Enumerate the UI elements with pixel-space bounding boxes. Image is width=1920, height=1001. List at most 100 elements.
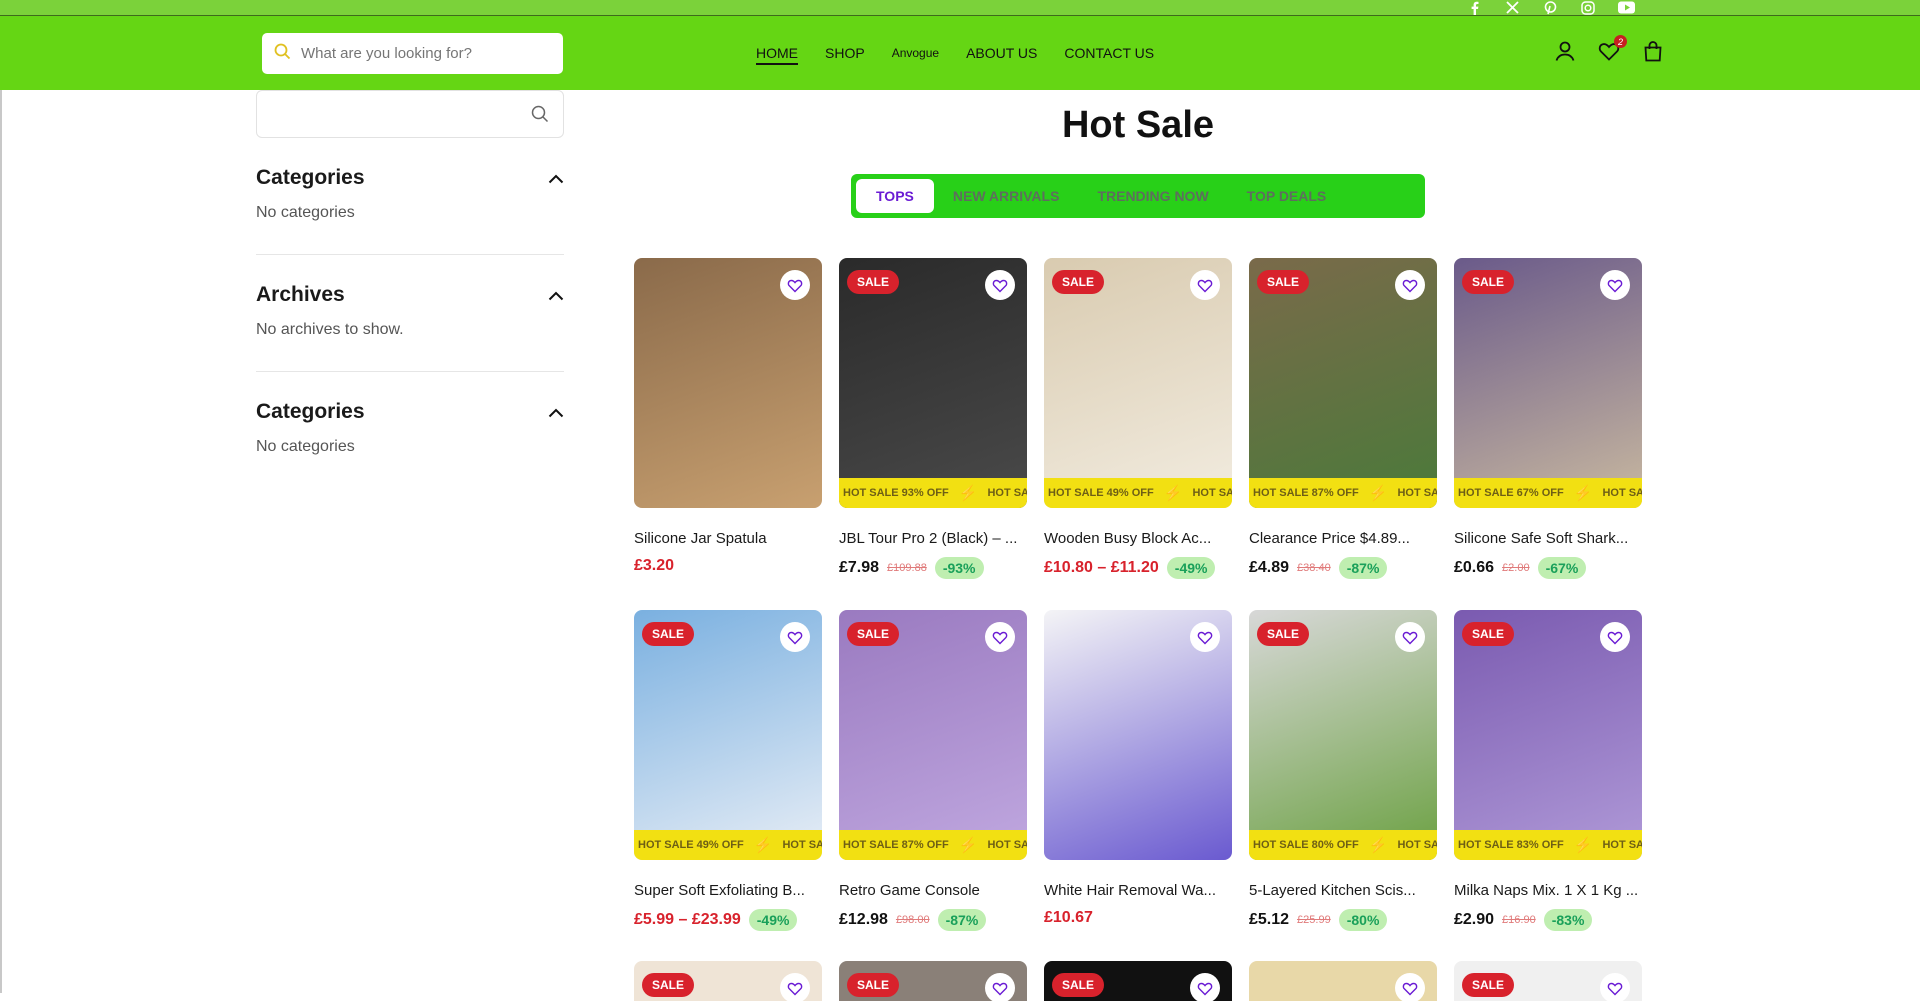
sidebar: Categories No categories Archives No arc… bbox=[256, 90, 564, 488]
nav-anvogue[interactable]: Anvogue bbox=[892, 46, 939, 60]
product-image[interactable] bbox=[634, 258, 822, 508]
nav-about[interactable]: ABOUT US bbox=[966, 45, 1037, 61]
user-icon[interactable] bbox=[1554, 40, 1578, 64]
product-image[interactable]: SALE HOT SALE 83% OFF ⚡ HOT SALE 83% OFF bbox=[1454, 610, 1642, 860]
sidebar-search-input[interactable] bbox=[256, 90, 564, 138]
section-text: No categories bbox=[256, 204, 355, 221]
lightning-icon: ⚡ bbox=[1368, 485, 1388, 502]
product-card[interactable]: SALE HOT SALE 87% OFF ⚡ HOT SALE 87% OFF Ret… bbox=[839, 610, 1027, 962]
product-name[interactable]: 5-Layered Kitchen Scis... bbox=[1249, 882, 1437, 899]
section-text: No categories bbox=[256, 438, 355, 455]
lightning-icon: ⚡ bbox=[753, 837, 773, 854]
product-card[interactable]: SALE HOT SALE 67% OFF ⚡ HOT SALE 67% OFF Sil… bbox=[1454, 258, 1642, 610]
nav-shop[interactable]: SHOP bbox=[825, 45, 865, 61]
wishlist-heart-icon[interactable] bbox=[1395, 622, 1425, 652]
sale-badge: SALE bbox=[1052, 973, 1105, 997]
wishlist-count-badge: 2 bbox=[1614, 35, 1627, 48]
wishlist-heart-icon[interactable] bbox=[1190, 270, 1220, 300]
search-input[interactable] bbox=[301, 45, 531, 62]
sidebar-section-archives: Archives No archives to show. bbox=[256, 255, 564, 372]
product-name[interactable]: Silicone Jar Spatula bbox=[634, 530, 822, 547]
product-grid-row-3: SALE SALE SALE SALE bbox=[634, 961, 1642, 1001]
product-image[interactable]: SALE bbox=[634, 961, 822, 1001]
product-name[interactable]: Silicone Safe Soft Shark... bbox=[1454, 530, 1642, 547]
product-card[interactable]: SALE HOT SALE 80% OFF ⚡ HOT SALE 80% OFF 5-L… bbox=[1249, 610, 1437, 962]
nav-contact[interactable]: CONTACT US bbox=[1064, 45, 1154, 61]
hot-sale-strip: HOT SALE 49% OFF ⚡ HOT SALE 49% OFF bbox=[1044, 478, 1232, 508]
product-card[interactable]: SALE bbox=[1044, 961, 1232, 1001]
wishlist-heart-icon[interactable] bbox=[985, 622, 1015, 652]
wishlist-heart-icon[interactable] bbox=[1600, 270, 1630, 300]
product-image[interactable]: SALE HOT SALE 87% OFF ⚡ HOT SALE 87% OFF bbox=[1249, 258, 1437, 508]
section-title: Categories bbox=[256, 166, 365, 189]
current-price: £0.66 bbox=[1454, 559, 1495, 576]
product-image[interactable]: SALE bbox=[839, 961, 1027, 1001]
product-image[interactable]: SALE HOT SALE 49% OFF ⚡ HOT SALE 49% OFF bbox=[1044, 258, 1232, 508]
wishlist-heart-icon[interactable] bbox=[1190, 622, 1220, 652]
product-card[interactable]: SALE HOT SALE 93% OFF ⚡ HOT SALE 93% OFF JBL… bbox=[839, 258, 1027, 610]
tab-new-arrivals[interactable]: NEW ARRIVALS bbox=[934, 179, 1079, 213]
product-name[interactable]: Retro Game Console bbox=[839, 882, 1027, 899]
current-price: £5.12 bbox=[1249, 911, 1290, 928]
hot-sale-text: HOT SALE 87% OFF bbox=[843, 839, 949, 851]
search-icon[interactable] bbox=[531, 105, 549, 128]
chevron-up-icon[interactable] bbox=[548, 283, 564, 307]
product-image[interactable]: SALE bbox=[1454, 961, 1642, 1001]
wishlist-heart-icon[interactable] bbox=[780, 973, 810, 1001]
sale-badge: SALE bbox=[847, 270, 900, 294]
product-image[interactable]: SALE HOT SALE 87% OFF ⚡ HOT SALE 87% OFF bbox=[839, 610, 1027, 860]
wishlist-heart-icon[interactable] bbox=[1395, 270, 1425, 300]
tab-top-deals[interactable]: TOP DEALS bbox=[1228, 179, 1346, 213]
facebook-icon[interactable] bbox=[1465, 0, 1483, 15]
product-card[interactable]: SALE HOT SALE 49% OFF ⚡ HOT SALE 49% OFF Sup… bbox=[634, 610, 822, 962]
wishlist-heart-icon[interactable] bbox=[1600, 622, 1630, 652]
hot-sale-strip: HOT SALE 67% OFF ⚡ HOT SALE 67% OFF bbox=[1454, 478, 1642, 508]
wishlist-heart-icon[interactable] bbox=[780, 622, 810, 652]
product-card[interactable]: SALE bbox=[634, 961, 822, 1001]
product-name[interactable]: Clearance Price $4.89... bbox=[1249, 530, 1437, 547]
wishlist-icon[interactable]: 2 bbox=[1598, 35, 1627, 64]
chevron-up-icon[interactable] bbox=[548, 166, 564, 190]
cart-icon[interactable] bbox=[1642, 40, 1666, 64]
product-card[interactable] bbox=[1249, 961, 1437, 1001]
product-image[interactable] bbox=[1044, 610, 1232, 860]
product-image[interactable]: SALE HOT SALE 93% OFF ⚡ HOT SALE 93% OFF bbox=[839, 258, 1027, 508]
product-card[interactable]: SALE bbox=[839, 961, 1027, 1001]
product-image[interactable] bbox=[1249, 961, 1437, 1001]
product-name[interactable]: Super Soft Exfoliating B... bbox=[634, 882, 822, 899]
instagram-icon[interactable] bbox=[1579, 0, 1597, 15]
tab-tops[interactable]: TOPS bbox=[856, 179, 934, 213]
sale-badge: SALE bbox=[642, 973, 695, 997]
x-icon[interactable] bbox=[1503, 0, 1521, 15]
product-image[interactable]: SALE bbox=[1044, 961, 1232, 1001]
wishlist-heart-icon[interactable] bbox=[1395, 973, 1425, 1001]
pinterest-icon[interactable] bbox=[1541, 0, 1559, 15]
product-image[interactable]: SALE HOT SALE 80% OFF ⚡ HOT SALE 80% OFF bbox=[1249, 610, 1437, 860]
original-price: £25.99 bbox=[1297, 914, 1331, 926]
original-price: £38.40 bbox=[1297, 562, 1331, 574]
product-card[interactable]: White Hair Removal Wa... £10.67 bbox=[1044, 610, 1232, 962]
product-name[interactable]: Milka Naps Mix. 1 X 1 Kg ... bbox=[1454, 882, 1642, 899]
product-card[interactable]: SALE bbox=[1454, 961, 1642, 1001]
product-image[interactable]: SALE HOT SALE 49% OFF ⚡ HOT SALE 49% OFF bbox=[634, 610, 822, 860]
header-search[interactable] bbox=[262, 33, 563, 74]
product-name[interactable]: JBL Tour Pro 2 (Black) – ... bbox=[839, 530, 1027, 547]
wishlist-heart-icon[interactable] bbox=[1600, 973, 1630, 1001]
hot-sale-strip: HOT SALE 83% OFF ⚡ HOT SALE 83% OFF bbox=[1454, 830, 1642, 860]
lightning-icon: ⚡ bbox=[1573, 837, 1593, 854]
wishlist-heart-icon[interactable] bbox=[780, 270, 810, 300]
product-card[interactable]: SALE HOT SALE 83% OFF ⚡ HOT SALE 83% OFF Mil… bbox=[1454, 610, 1642, 962]
product-name[interactable]: White Hair Removal Wa... bbox=[1044, 882, 1232, 899]
product-image[interactable]: SALE HOT SALE 67% OFF ⚡ HOT SALE 67% OFF bbox=[1454, 258, 1642, 508]
chevron-up-icon[interactable] bbox=[548, 400, 564, 424]
tab-trending-now[interactable]: TRENDING NOW bbox=[1078, 179, 1227, 213]
youtube-icon[interactable] bbox=[1617, 0, 1635, 15]
wishlist-heart-icon[interactable] bbox=[985, 973, 1015, 1001]
product-card[interactable]: SALE HOT SALE 49% OFF ⚡ HOT SALE 49% OFF Woo… bbox=[1044, 258, 1232, 610]
nav-home[interactable]: HOME bbox=[756, 45, 798, 61]
product-card[interactable]: Silicone Jar Spatula £3.20 bbox=[634, 258, 822, 610]
wishlist-heart-icon[interactable] bbox=[1190, 973, 1220, 1001]
product-name[interactable]: Wooden Busy Block Ac... bbox=[1044, 530, 1232, 547]
product-card[interactable]: SALE HOT SALE 87% OFF ⚡ HOT SALE 87% OFF Cle… bbox=[1249, 258, 1437, 610]
wishlist-heart-icon[interactable] bbox=[985, 270, 1015, 300]
